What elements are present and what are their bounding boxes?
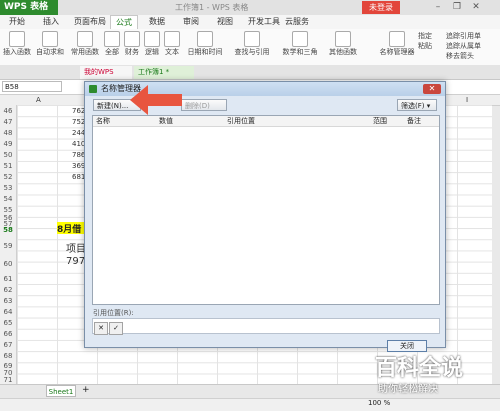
names-list[interactable]: 名称 数值 引用位置 范围 备注 [92, 115, 440, 305]
name-manager-dialog: 名称管理器 ✕ 新建(N)... 删除(D) 筛选(F) ▾ 名称 数值 引用位… [84, 81, 446, 352]
more-icon [335, 31, 351, 47]
app-icon [89, 85, 97, 93]
datetime-tool[interactable]: 日期和时间 [184, 31, 226, 61]
window-title: 工作簿1 - WPS 表格 [175, 3, 249, 12]
list-icon [104, 31, 120, 47]
sheet-tab[interactable]: Sheet1 [46, 385, 76, 397]
tab-cloud[interactable]: 云服务 [284, 15, 310, 29]
autosum-tool[interactable]: 自动求和 [34, 31, 66, 61]
tab-page-layout[interactable]: 页面布局 [72, 15, 108, 29]
label-cell[interactable]: 项目 [66, 240, 86, 255]
tab-insert[interactable]: 插入 [40, 15, 62, 29]
insert-function-tool[interactable]: 插入函数 [2, 31, 32, 61]
reference-input[interactable] [92, 318, 440, 334]
star-icon [77, 31, 93, 47]
row-number[interactable]: 71 [0, 376, 16, 384]
app-menu-button[interactable]: WPS 表格 [0, 0, 58, 15]
status-bar [0, 398, 500, 411]
tab-home[interactable]: 开始 [6, 15, 28, 29]
zoom-level: 100 % [368, 399, 391, 407]
minimize-icon[interactable]: – [430, 1, 446, 14]
text-icon [164, 31, 180, 47]
document-tab-bar [0, 65, 500, 80]
row-number[interactable]: 54 [0, 195, 16, 203]
number-cell[interactable]: 797 [66, 256, 85, 267]
trace-tools[interactable]: 追踪引用单 追踪从属单 移去箭头 [446, 31, 500, 61]
add-sheet-icon[interactable]: + [82, 385, 90, 395]
calendar-icon [197, 31, 213, 47]
finance-tool[interactable]: 财务 [124, 31, 140, 61]
row-number[interactable]: 49 [0, 140, 16, 148]
column-header-comment[interactable]: 备注 [407, 116, 421, 126]
logic-tool[interactable]: 逻辑 [144, 31, 160, 61]
row-number[interactable]: 65 [0, 319, 16, 327]
close-icon[interactable]: ✕ [468, 1, 484, 14]
math-tool[interactable]: 数学和三角 [278, 31, 322, 61]
dialog-close-icon[interactable]: ✕ [423, 84, 441, 94]
tab-data[interactable]: 数据 [146, 15, 168, 29]
text-tool[interactable]: 文本 [164, 31, 180, 61]
name-box[interactable]: B58 [2, 81, 62, 92]
column-header-scope[interactable]: 范围 [373, 116, 387, 126]
confirm-edit-icon[interactable]: ✓ [109, 322, 123, 335]
row-number[interactable]: 55 [0, 206, 16, 214]
row-number[interactable]: 68 [0, 352, 16, 360]
column-header-value[interactable]: 数值 [159, 116, 173, 126]
name-manager-icon [389, 31, 405, 47]
row-number[interactable]: 61 [0, 275, 16, 283]
column-header-reference[interactable]: 引用位置 [227, 116, 255, 126]
tab-formulas[interactable]: 公式 [110, 15, 138, 29]
finance-icon [124, 31, 140, 47]
title-bar [0, 0, 500, 16]
tab-my-wps[interactable]: 我的WPS [80, 66, 132, 79]
column-i-header[interactable]: I [466, 96, 468, 104]
common-functions-tool[interactable]: 常用函数 [70, 31, 100, 61]
row-number[interactable]: 59 [0, 242, 16, 250]
row-number[interactable]: 67 [0, 341, 16, 349]
function-icon [9, 31, 25, 47]
cancel-edit-icon[interactable]: ✕ [94, 322, 108, 335]
watermark-title: 百科全说 [375, 356, 464, 381]
row-number[interactable]: 47 [0, 118, 16, 126]
row-number[interactable]: 48 [0, 129, 16, 137]
row-number[interactable]: 52 [0, 173, 16, 181]
name-manager-tool[interactable]: 名称管理器 [378, 31, 416, 61]
row-number[interactable]: 64 [0, 308, 16, 316]
tab-workbook1[interactable]: 工作簿1 * [134, 66, 194, 79]
login-button[interactable]: 未登录 [362, 1, 400, 14]
other-functions-tool[interactable]: 其他函数 [326, 31, 360, 61]
list-header [93, 116, 439, 127]
logic-icon [144, 31, 160, 47]
row-number[interactable]: 46 [0, 107, 16, 115]
lookup-icon [244, 31, 260, 47]
row-number-selected[interactable]: 58 [0, 226, 16, 234]
reference-label: 引用位置(R): [93, 309, 134, 317]
tab-developer[interactable]: 开发工具 [246, 15, 282, 29]
arrow-annotation-icon [130, 85, 182, 115]
define-tool[interactable]: 指定 粘贴 [418, 31, 440, 61]
heading-cell[interactable]: 8月借 [57, 222, 87, 235]
row-number[interactable]: 63 [0, 297, 16, 305]
math-icon [292, 31, 308, 47]
column-header-name[interactable]: 名称 [96, 116, 110, 126]
column-a-header[interactable]: A [36, 96, 41, 104]
row-number[interactable]: 60 [0, 260, 16, 268]
watermark-subtitle: 助你轻松解决 [378, 384, 438, 395]
tab-review[interactable]: 审阅 [180, 15, 202, 29]
tab-view[interactable]: 视图 [214, 15, 236, 29]
row-number[interactable]: 50 [0, 151, 16, 159]
row-number[interactable]: 53 [0, 184, 16, 192]
row-number[interactable]: 51 [0, 162, 16, 170]
sum-icon [42, 31, 58, 47]
filter-button[interactable]: 筛选(F) ▾ [397, 99, 437, 111]
restore-icon[interactable]: ❐ [449, 1, 465, 14]
delete-name-button[interactable]: 删除(D) [181, 99, 227, 111]
all-tool[interactable]: 全部 [104, 31, 120, 61]
dropdown-icon: ▾ [426, 102, 431, 110]
lookup-tool[interactable]: 查找与引用 [230, 31, 274, 61]
row-number[interactable]: 66 [0, 330, 16, 338]
row-number[interactable]: 62 [0, 286, 16, 294]
